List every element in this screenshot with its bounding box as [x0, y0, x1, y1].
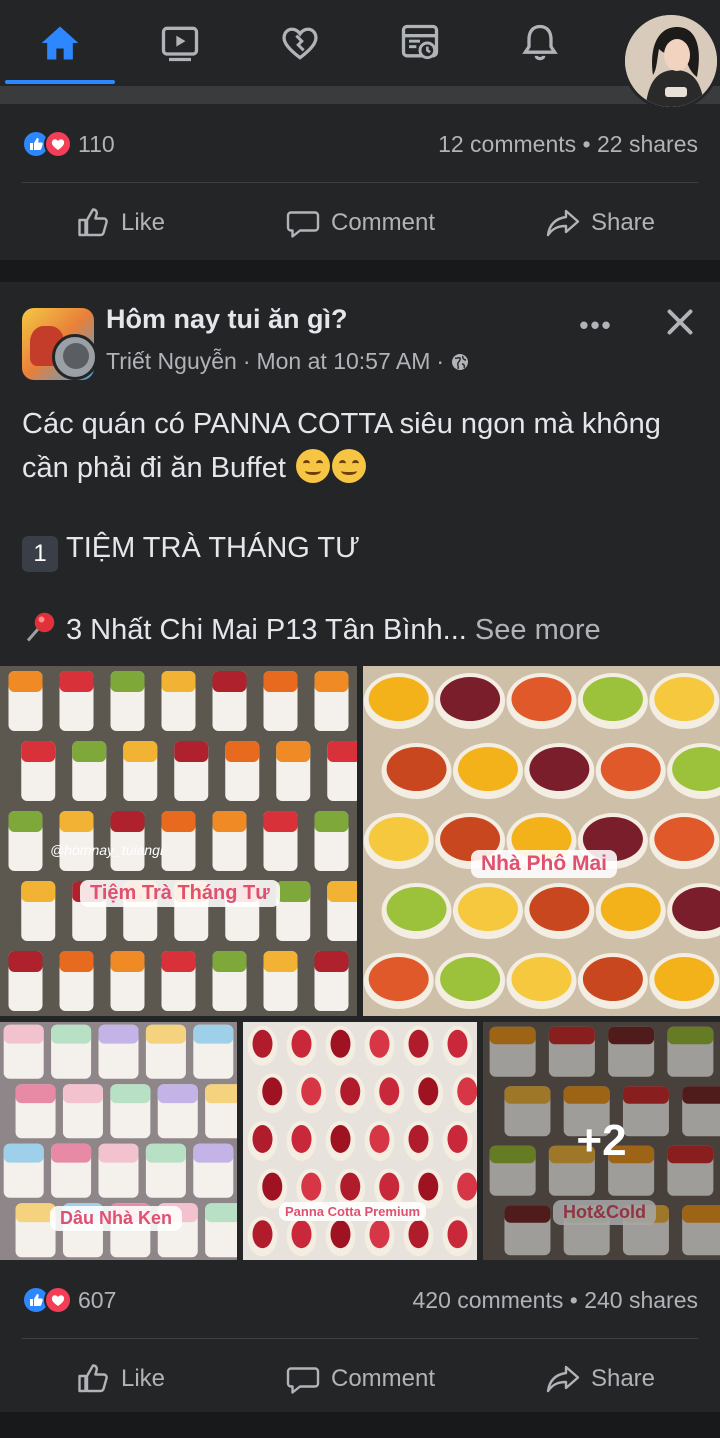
reaction-count: 607 [78, 1286, 117, 1313]
group-name[interactable]: Hôm nay tui ăn gì? [106, 304, 348, 335]
smiling-face-emoji-icon [331, 449, 366, 483]
photo-4[interactable]: Panna Cotta Premium [243, 1022, 477, 1260]
cheese-cups-image [363, 666, 720, 1016]
close-icon [667, 309, 693, 335]
author-name[interactable]: Triết Nguyễn [106, 348, 237, 375]
top-navigation-bar [0, 0, 720, 86]
comment-button[interactable]: Comment [240, 1344, 480, 1414]
share-button[interactable]: Share [480, 188, 720, 258]
post-text-line3: 3 Nhất Chi Mai P13 Tân Bình... [66, 614, 467, 646]
watch-tab[interactable] [125, 0, 235, 86]
like-button[interactable]: Like [0, 188, 240, 258]
photo-label: Tiệm Trà Tháng Tư [80, 880, 280, 907]
feed-gap [0, 260, 720, 282]
marketplace-icon [401, 24, 439, 60]
smiling-face-emoji-icon [295, 449, 330, 483]
see-more-link[interactable]: See more [475, 614, 601, 646]
more-options-button[interactable]: ••• [576, 310, 616, 340]
post-text-line2: TIỆM TRÀ THÁNG TƯ [66, 532, 360, 564]
dating-icon [282, 27, 318, 60]
share-icon [546, 1365, 580, 1393]
share-button[interactable]: Share [480, 1344, 720, 1414]
share-count[interactable]: 240 shares [584, 1287, 698, 1313]
post-actions: Like Comment Share [0, 1344, 720, 1414]
cherry-panna-cotta-image [243, 1022, 477, 1260]
pushpin-icon [26, 612, 55, 642]
comment-count[interactable]: 12 comments [438, 131, 576, 157]
photo-label: Panna Cotta Premium [279, 1202, 427, 1221]
separator: • [582, 130, 591, 157]
home-tab[interactable] [5, 0, 115, 86]
notifications-icon [522, 24, 558, 61]
watch-icon [161, 26, 199, 62]
nav-divider [0, 86, 720, 104]
post-time[interactable]: Mon at 10:57 AM [256, 348, 430, 375]
share-count[interactable]: 22 shares [597, 131, 698, 157]
comment-label: Comment [330, 1365, 436, 1392]
meta-dot: · [436, 348, 445, 374]
marketplace-tab[interactable] [365, 0, 475, 86]
share-label: Share [590, 1365, 656, 1392]
comment-icon [286, 1367, 320, 1394]
comment-button[interactable]: Comment [240, 188, 480, 258]
like-label: Like [120, 209, 166, 236]
author-avatar[interactable] [52, 334, 98, 380]
love-reaction-icon [44, 1286, 72, 1314]
separator: • [569, 1286, 578, 1313]
comment-label: Comment [330, 209, 436, 236]
keycap-one-icon: 1 [22, 536, 58, 572]
photo-2[interactable]: Nhà Phô Mai [363, 666, 720, 1016]
post-actions: Like Comment Share [0, 188, 720, 258]
divider [22, 182, 698, 183]
post-meta: Triết Nguyễn · Mon at 10:57 AM · [106, 348, 470, 375]
post-card: Hôm nay tui ăn gì? Triết Nguyễn · Mon at… [0, 282, 720, 1412]
reactions-summary[interactable]: 110 12 comments • 22 shares [22, 122, 698, 166]
divider [22, 1338, 698, 1339]
share-label: Share [590, 209, 656, 236]
like-button[interactable]: Like [0, 1344, 240, 1414]
feed-gap [0, 1412, 720, 1438]
post-card-previous: 110 12 comments • 22 shares Like Comment… [0, 104, 720, 260]
post-header: Hôm nay tui ăn gì? Triết Nguyễn · Mon at… [22, 304, 698, 380]
notifications-tab[interactable] [485, 0, 595, 86]
photo-label: Nhà Phô Mai [471, 850, 618, 878]
dating-tab[interactable] [245, 0, 355, 86]
more-photos-count: +2 [576, 1116, 627, 1165]
photo-3[interactable]: Dâu Nhà Ken [0, 1022, 237, 1260]
share-icon [546, 209, 580, 237]
watermark: @homnay_tuiangi [50, 842, 164, 858]
more-photos-overlay[interactable]: +2 [483, 1022, 720, 1260]
like-icon [78, 1364, 108, 1393]
comment-icon [286, 211, 320, 238]
profile-avatar[interactable] [622, 12, 720, 110]
photo-label: Dâu Nhà Ken [50, 1206, 183, 1231]
panna-cotta-cups-image [0, 666, 357, 1016]
home-icon [41, 26, 79, 60]
post-body: Các quán có PANNA COTTA siêu ngon mà khô… [22, 402, 702, 652]
photo-1[interactable]: Tiệm Trà Tháng Tư @homnay_tuiangi [0, 666, 357, 1016]
reactions-summary[interactable]: 607 420 comments • 240 shares [22, 1278, 698, 1322]
reaction-count: 110 [78, 130, 115, 157]
photo-5[interactable]: Hot&Cold +2 [483, 1022, 720, 1260]
active-tab-indicator [5, 80, 115, 84]
like-icon [78, 208, 108, 237]
globe-icon [452, 353, 469, 370]
hide-post-button[interactable] [662, 304, 698, 340]
like-label: Like [120, 1365, 166, 1392]
love-reaction-icon [44, 130, 72, 158]
meta-dot: · [242, 348, 251, 374]
comment-count[interactable]: 420 comments [412, 1287, 563, 1313]
